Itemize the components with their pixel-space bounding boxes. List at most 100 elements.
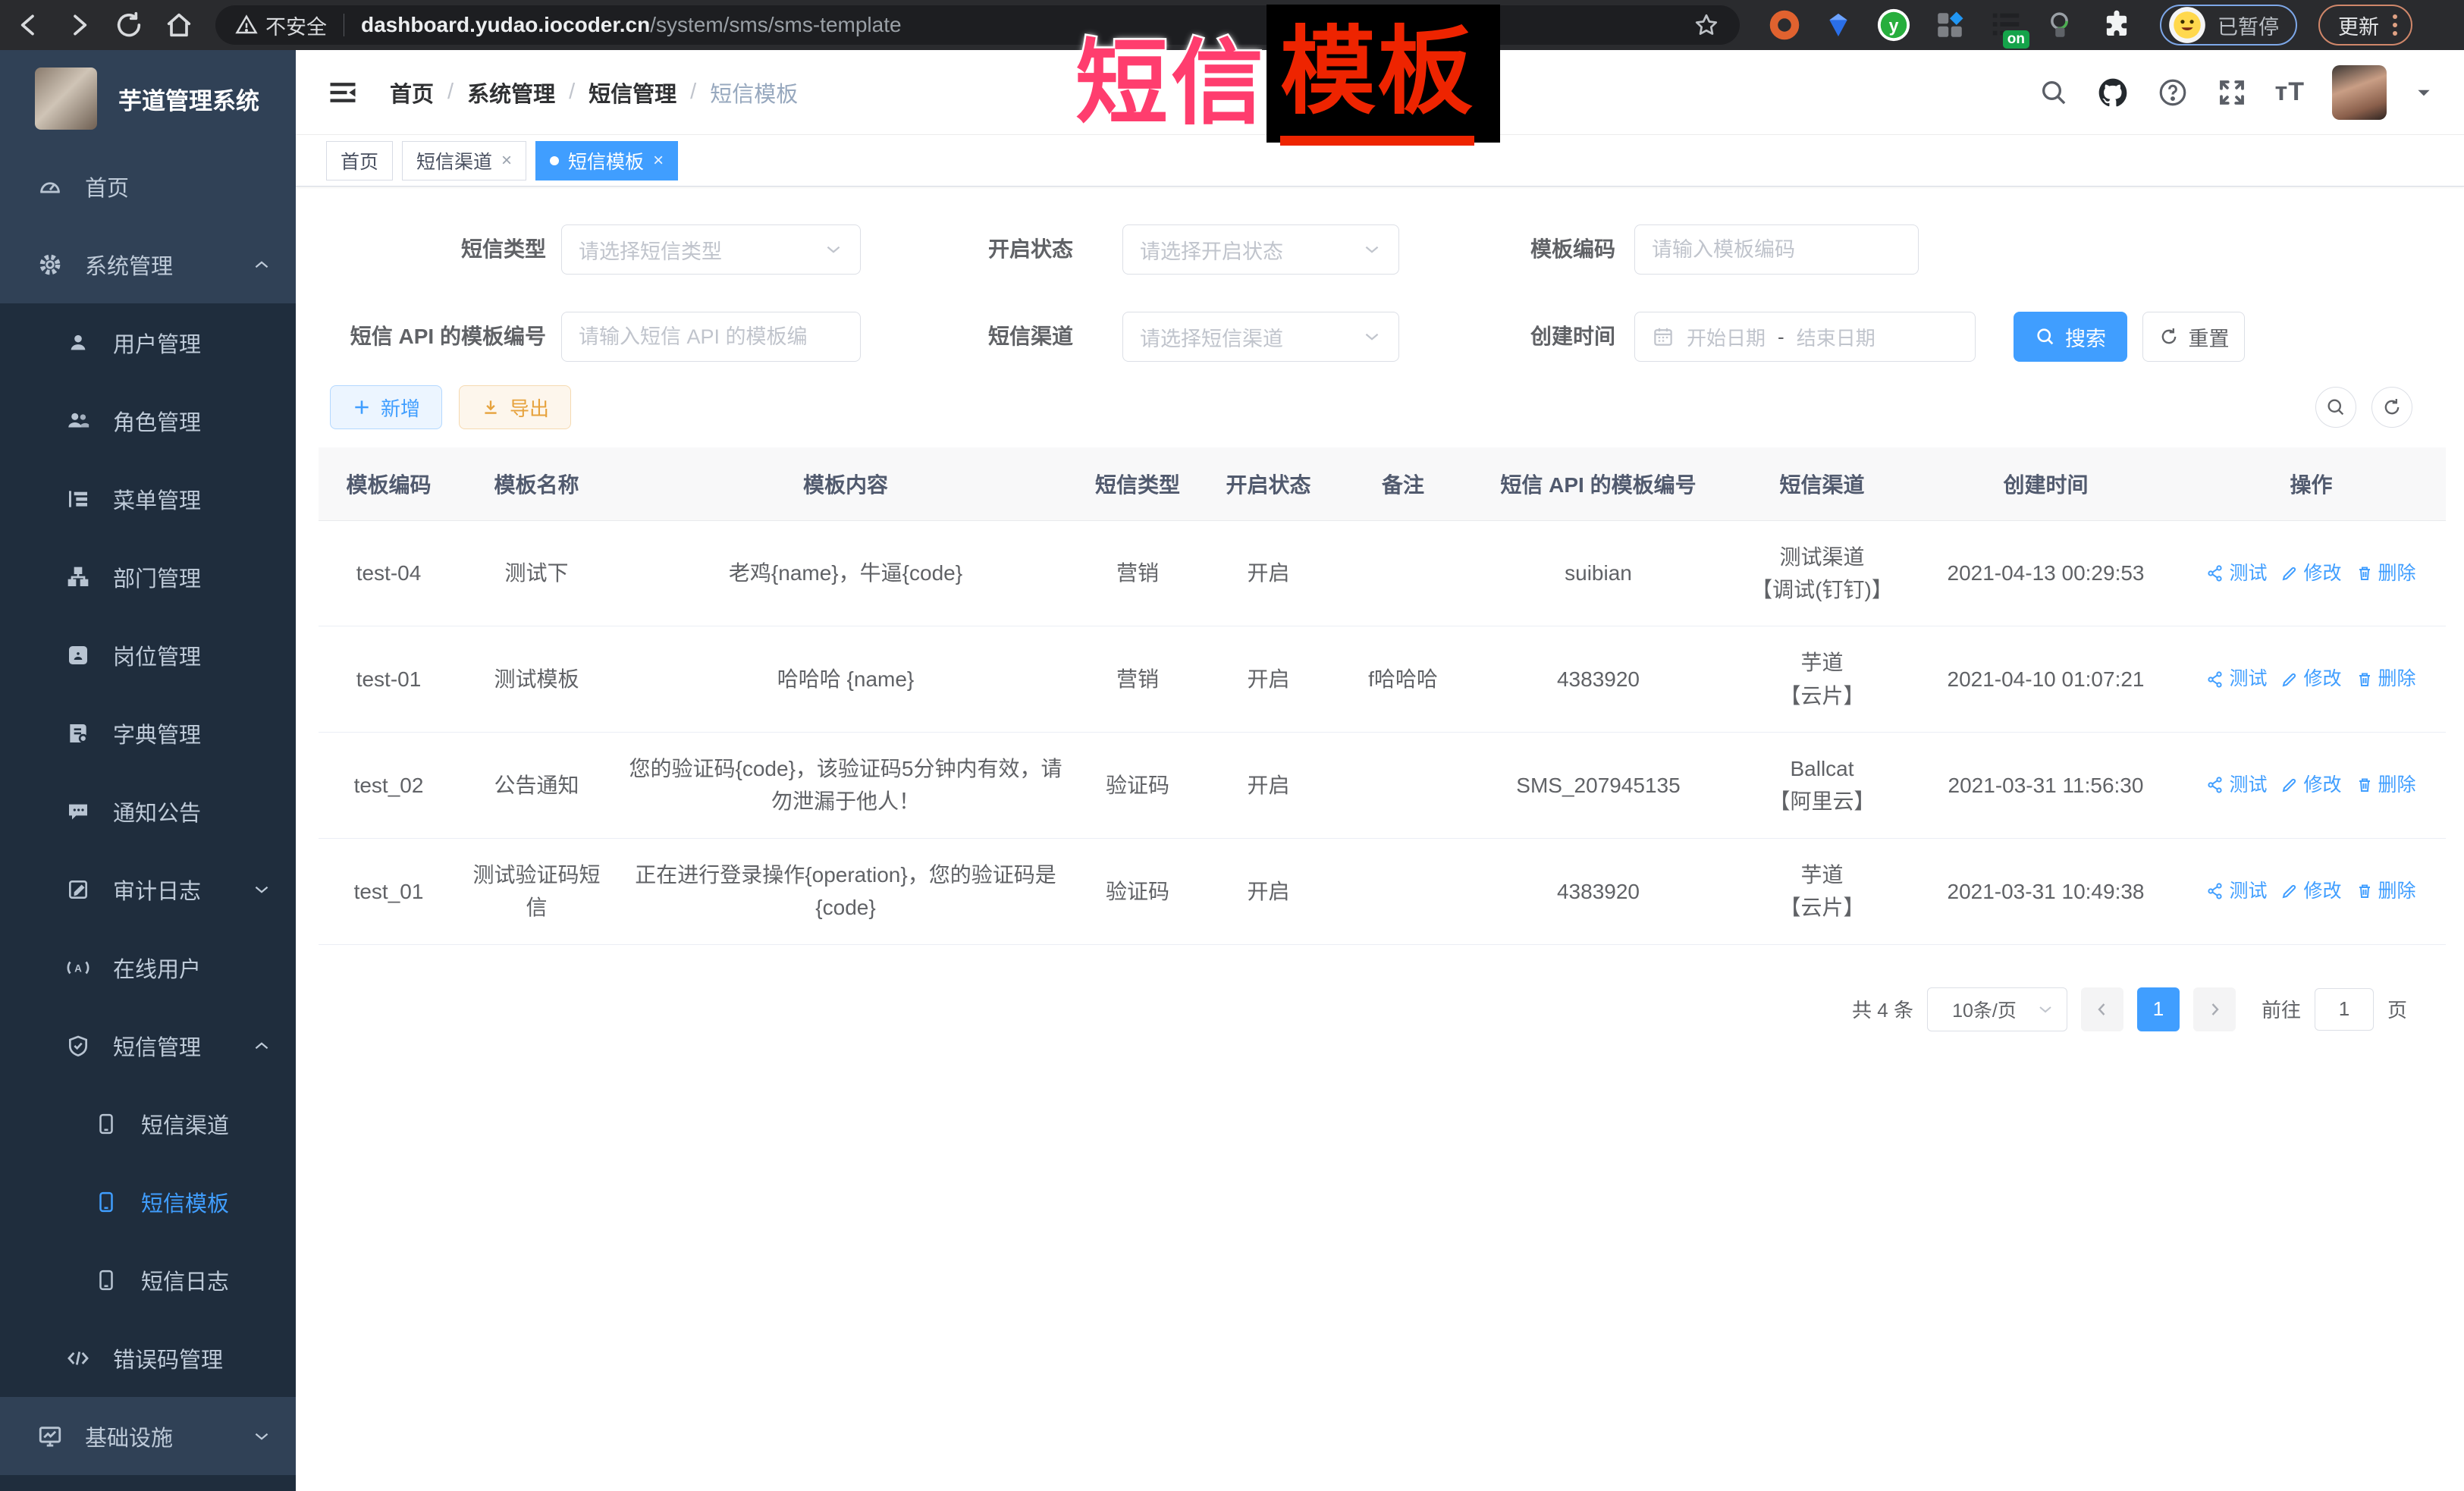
reset-button[interactable]: 重置 [2142, 312, 2245, 362]
sidebar-item-sms-template[interactable]: 短信模板 [0, 1163, 296, 1241]
help-icon[interactable] [2157, 77, 2189, 108]
status-select[interactable]: 请选择开启状态 [1122, 224, 1399, 275]
goto-page-input[interactable] [2315, 988, 2374, 1031]
forward-icon[interactable] [64, 10, 94, 40]
home-icon[interactable] [164, 10, 194, 40]
end-date-placeholder[interactable]: 结束日期 [1797, 323, 1875, 351]
refresh-table-button[interactable] [2371, 387, 2412, 428]
sidebar-menu: 首页 系统管理 用户管理 角色管理 菜单管理 [0, 147, 296, 1475]
online-signal-icon: A [63, 954, 93, 981]
caret-down-icon[interactable] [2414, 83, 2434, 102]
sidebar-item-sms[interactable]: 短信管理 [0, 1006, 296, 1085]
close-icon[interactable]: × [653, 150, 664, 171]
delete-link[interactable]: 删除 [2356, 664, 2416, 694]
toggle-search-button[interactable] [2315, 387, 2356, 428]
reload-icon[interactable] [114, 10, 144, 40]
extensions-puzzle-icon[interactable] [2101, 9, 2133, 41]
browser-menu-icon[interactable] [2393, 14, 2397, 36]
prev-page-button[interactable] [2081, 987, 2123, 1031]
close-icon[interactable]: × [501, 150, 512, 171]
sidebar-item-dict[interactable]: 字典管理 [0, 694, 296, 772]
search-button[interactable]: 搜索 [2014, 312, 2127, 362]
api-template-id-input[interactable] [579, 325, 843, 349]
page-size-select[interactable]: 10条/页 [1927, 987, 2067, 1031]
edit-link[interactable]: 修改 [2280, 559, 2341, 589]
tag-sms-channel[interactable]: 短信渠道 × [402, 141, 526, 180]
sidebar-item-online-users[interactable]: A 在线用户 [0, 928, 296, 1006]
sidebar-item-sms-channel[interactable]: 短信渠道 [0, 1085, 296, 1163]
search-icon [2035, 326, 2056, 347]
not-secure-warning[interactable]: 不安全 [235, 11, 327, 40]
delete-link[interactable]: 删除 [2356, 559, 2416, 589]
header-search-icon[interactable] [2039, 77, 2069, 108]
sidebar-item-menus[interactable]: 菜单管理 [0, 460, 296, 538]
breadcrumb-sms[interactable]: 短信管理 [589, 77, 676, 108]
delete-link[interactable]: 删除 [2356, 877, 2416, 906]
table-header-row: 模板编码 模板名称 模板内容 短信类型 开启状态 备注 短信 API 的模板编号… [319, 447, 2446, 520]
edit-link[interactable]: 修改 [2280, 664, 2341, 694]
col-created: 创建时间 [1915, 447, 2177, 520]
breadcrumb-home[interactable]: 首页 [390, 77, 434, 108]
breadcrumb-system[interactable]: 系统管理 [467, 77, 555, 108]
sidebar-item-sms-log[interactable]: 短信日志 [0, 1241, 296, 1319]
chevron-down-icon [2036, 1000, 2054, 1019]
bookmark-star-icon[interactable] [1693, 11, 1720, 39]
test-link[interactable]: 测试 [2206, 771, 2267, 800]
navbar-actions: тT [2039, 65, 2434, 120]
ext-search-icon[interactable] [2046, 9, 2078, 41]
book-icon [63, 721, 93, 746]
test-link[interactable]: 测试 [2206, 559, 2267, 589]
test-link[interactable]: 测试 [2206, 664, 2267, 694]
browser-profile-chip[interactable]: 已暂停 [2160, 5, 2297, 46]
test-link[interactable]: 测试 [2206, 877, 2267, 906]
sidebar-item-posts[interactable]: 岗位管理 [0, 616, 296, 694]
app-title: 芋道管理系统 [118, 82, 259, 116]
github-icon[interactable] [2096, 76, 2130, 109]
sidebar-item-departments[interactable]: 部门管理 [0, 538, 296, 616]
template-code-input[interactable] [1652, 238, 1901, 262]
ext-donut-icon[interactable] [1769, 9, 1800, 41]
sidebar-item-infrastructure[interactable]: 基础设施 [0, 1397, 296, 1475]
sidebar-item-home[interactable]: 首页 [0, 147, 296, 225]
sidebar-item-label: 用户管理 [113, 327, 201, 359]
ext-grid-icon[interactable] [1934, 9, 1966, 41]
shield-check-icon [63, 1034, 93, 1058]
sidebar-collapse-icon[interactable] [326, 76, 359, 109]
page-number-1[interactable]: 1 [2137, 987, 2180, 1031]
tag-sms-template[interactable]: 短信模板 × [535, 141, 678, 180]
fullscreen-icon[interactable] [2216, 77, 2248, 108]
tag-home[interactable]: 首页 [326, 141, 393, 180]
phone-icon [91, 1269, 121, 1292]
back-icon[interactable] [14, 10, 44, 40]
font-size-icon[interactable]: тT [2275, 77, 2305, 107]
breadcrumb: 首页 / 系统管理 / 短信管理 / 短信模板 [390, 77, 798, 108]
sidebar-item-system[interactable]: 系统管理 [0, 225, 296, 303]
date-range-picker[interactable]: 开始日期 - 结束日期 [1634, 312, 1976, 362]
ext-gem-icon[interactable] [1823, 10, 1853, 40]
ext-list-on-icon[interactable]: on [1988, 8, 2023, 42]
export-button[interactable]: 导出 [459, 385, 571, 429]
address-bar[interactable]: 不安全 dashboard.yudao.iocoder.cn/system/sm… [215, 5, 1740, 45]
sidebar-item-roles[interactable]: 角色管理 [0, 381, 296, 460]
sms-type-select[interactable]: 请选择短信类型 [561, 224, 861, 275]
phone-icon [91, 1191, 121, 1213]
sidebar-item-error-code[interactable]: 错误码管理 [0, 1319, 296, 1397]
sidebar-item-audit-log[interactable]: 审计日志 [0, 850, 296, 928]
sidebar-item-users[interactable]: 用户管理 [0, 303, 296, 381]
pagination: 共 4 条 10条/页 1 前往 页 [319, 987, 2407, 1031]
breadcrumb-current: 短信模板 [710, 77, 798, 108]
delete-link[interactable]: 删除 [2356, 771, 2416, 800]
browser-update-button[interactable]: 更新 [2318, 5, 2412, 46]
channel-select[interactable]: 请选择短信渠道 [1122, 312, 1399, 362]
sidebar-logo-row[interactable]: 芋道管理系统 [0, 50, 296, 147]
edit-link[interactable]: 修改 [2280, 877, 2341, 906]
sidebar-item-notice[interactable]: 通知公告 [0, 772, 296, 850]
start-date-placeholder[interactable]: 开始日期 [1687, 323, 1766, 351]
next-page-button[interactable] [2193, 987, 2236, 1031]
ext-y-circle-icon[interactable]: y [1876, 8, 1911, 42]
sidebar-item-label: 首页 [85, 171, 129, 202]
svg-text:A: A [74, 962, 82, 974]
user-avatar[interactable] [2332, 65, 2387, 120]
add-button[interactable]: 新增 [330, 385, 442, 429]
edit-link[interactable]: 修改 [2280, 771, 2341, 800]
